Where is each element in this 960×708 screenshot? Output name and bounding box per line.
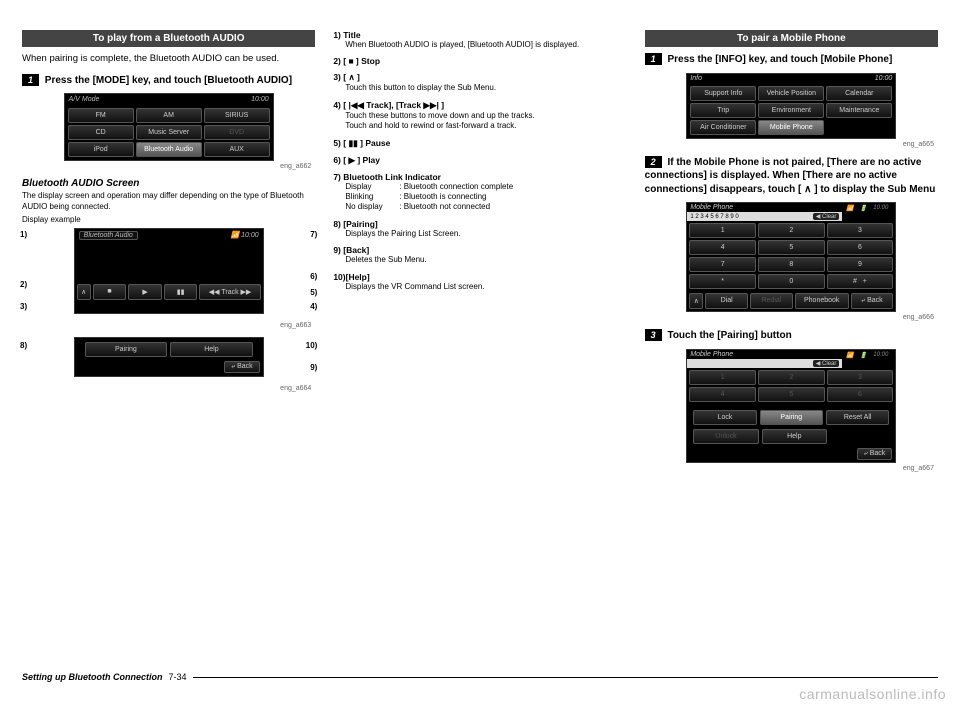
def-9-lbl: 9) [Back] — [333, 245, 626, 255]
phone-screen: Mobile Phone 📶🔋10:00 1 2 3 4 5 6 7 8 9 0… — [686, 202, 896, 312]
mode-btn-sirius: SIRIUS — [204, 108, 270, 123]
annot-5: 5) — [310, 288, 317, 297]
pair-unlock: Unlock — [693, 429, 758, 444]
img-ref-a666: eng_a666 — [645, 314, 934, 321]
pair-step-2: 2 If the Mobile Phone is not paired, [Th… — [645, 156, 938, 197]
column-3: To pair a Mobile Phone 1 Press the [INFO… — [645, 30, 938, 480]
step-1-text: Press the [MODE] key, and touch [Bluetoo… — [42, 75, 292, 86]
pair-badge-3: 3 — [645, 329, 662, 341]
annotated-a664: 8) 10) 9) Pairing Help ⤶ Back — [22, 337, 315, 383]
step-1: 1 Press the [MODE] key, and touch [Bluet… — [22, 74, 315, 88]
img-ref-a667: eng_a667 — [645, 465, 934, 472]
intro-text: When pairing is complete, the Bluetooth … — [22, 53, 315, 66]
footer-section: Setting up Bluetooth Connection — [22, 672, 162, 682]
a664-help: Help — [170, 342, 253, 357]
mode-btn-cd: CD — [68, 125, 134, 140]
mode-btn-dvd: DVD — [204, 125, 270, 140]
pairing-screen: Mobile Phone 📶🔋10:00 ◀ Clear 123 456 Loc… — [686, 349, 896, 463]
def-3-lbl: 3) [ ∧ ] — [333, 72, 626, 83]
info-ac: Air Conditioner — [690, 120, 756, 135]
pair-step-1: 1 Press the [INFO] key, and touch [Mobil… — [645, 53, 938, 67]
annot-4: 4) — [310, 302, 317, 311]
annot-3: 3) — [20, 302, 27, 311]
def-7-lbl: 7) Bluetooth Link Indicator — [333, 172, 626, 182]
info-trip: Trip — [690, 103, 756, 118]
mode-btn-music-server: Music Server — [136, 125, 202, 140]
pair-badge-2: 2 — [645, 156, 662, 168]
pair-lock: Lock — [693, 410, 756, 425]
info-vehicle: Vehicle Position — [758, 86, 824, 101]
def-10-lbl: 10)[Help] — [333, 272, 626, 282]
mode-btn-aux: AUX — [204, 142, 270, 157]
def-6-lbl: 6) [ ▶ ] Play — [333, 155, 626, 166]
footer-rule — [193, 677, 939, 678]
def-1-lbl: 1) Title — [333, 30, 626, 40]
a663-title: Bluetooth Audio — [79, 231, 138, 240]
img-ref-a663: eng_a663 — [22, 322, 311, 329]
def-1-desc: When Bluetooth AUDIO is played, [Bluetoo… — [345, 40, 626, 50]
mode-btn-ipod: iPod — [68, 142, 134, 157]
section-title-bt-audio: To play from a Bluetooth AUDIO — [22, 30, 315, 47]
bt-audio-screen-heading: Bluetooth AUDIO Screen — [22, 178, 315, 189]
info-maint: Maintenance — [826, 103, 892, 118]
def-5-lbl: 5) [ ▮▮ ] Pause — [333, 138, 626, 149]
phone-clear: ◀ Clear — [813, 213, 840, 220]
def-8-desc: Displays the Pairing List Screen. — [345, 229, 626, 239]
def-2-lbl: 2) [ ■ ] Stop — [333, 56, 626, 66]
annot-2: 2) — [20, 280, 27, 289]
annot-10: 10) — [306, 341, 318, 350]
display-example-label: Display example — [22, 215, 315, 225]
pair-step-3: 3 Touch the [Pairing] button — [645, 329, 938, 343]
annotated-a663: 1) 2) 3) 7) 6) 5) 4) Bluetooth Audio 📶 1… — [22, 228, 315, 320]
img-ref-a662: eng_a662 — [22, 163, 311, 170]
bt-audio-screen-desc: The display screen and operation may dif… — [22, 191, 315, 212]
av-mode-screen: A/V Mode 10:00 FM AM SIRIUS CD Music Ser… — [64, 93, 274, 161]
mode-btn-bt-audio: Bluetooth Audio — [136, 142, 202, 157]
page-footer: Setting up Bluetooth Connection 7-34 — [22, 672, 938, 682]
column-2: 1) Title When Bluetooth AUDIO is played,… — [333, 30, 626, 480]
img-ref-a665: eng_a665 — [645, 141, 934, 148]
info-support: Support Info — [690, 86, 756, 101]
info-calendar: Calendar — [826, 86, 892, 101]
annot-1: 1) — [20, 230, 27, 239]
pair-badge-1: 1 — [645, 53, 662, 65]
section-title-pair: To pair a Mobile Phone — [645, 30, 938, 47]
annot-7: 7) — [310, 230, 317, 239]
column-1: To play from a Bluetooth AUDIO When pair… — [22, 30, 315, 480]
annot-6: 6) — [310, 272, 317, 281]
def-3-desc: Touch this button to display the Sub Men… — [345, 83, 626, 93]
screen-title: A/V Mode — [69, 96, 100, 103]
def-10-desc: Displays the VR Command List screen. — [345, 282, 626, 292]
pair-help: Help — [762, 429, 827, 444]
def-4-lbl: 4) [ |◀◀ Track], [Track ▶▶| ] — [333, 100, 626, 111]
def-9-desc: Deletes the Sub Menu. — [345, 255, 626, 265]
mode-btn-fm: FM — [68, 108, 134, 123]
a664-pairing: Pairing — [85, 342, 168, 357]
screen-clock: 10:00 — [251, 96, 269, 103]
info-screen: Info10:00 Support Info Vehicle Position … — [686, 73, 896, 139]
def-8-lbl: 8) [Pairing] — [333, 219, 626, 229]
footer-page: 7-34 — [168, 672, 186, 682]
def-4-desc-b: Touch and hold to rewind or fast-forward… — [345, 121, 626, 131]
pair-pairing: Pairing — [760, 410, 823, 425]
annot-8: 8) — [20, 341, 27, 350]
def-4-desc-a: Touch these buttons to move down and up … — [345, 111, 626, 121]
watermark: carmanualsonline.info — [799, 686, 946, 702]
page: To play from a Bluetooth AUDIO When pair… — [0, 0, 960, 490]
a664-back: ⤶ Back — [224, 361, 259, 373]
annot-9: 9) — [310, 363, 317, 372]
pair-reset: Reset All — [826, 410, 889, 425]
step-badge-1: 1 — [22, 74, 39, 86]
info-env: Environment — [758, 103, 824, 118]
img-ref-a664: eng_a664 — [22, 385, 311, 392]
info-mobile-phone: Mobile Phone — [758, 120, 824, 135]
mode-btn-am: AM — [136, 108, 202, 123]
